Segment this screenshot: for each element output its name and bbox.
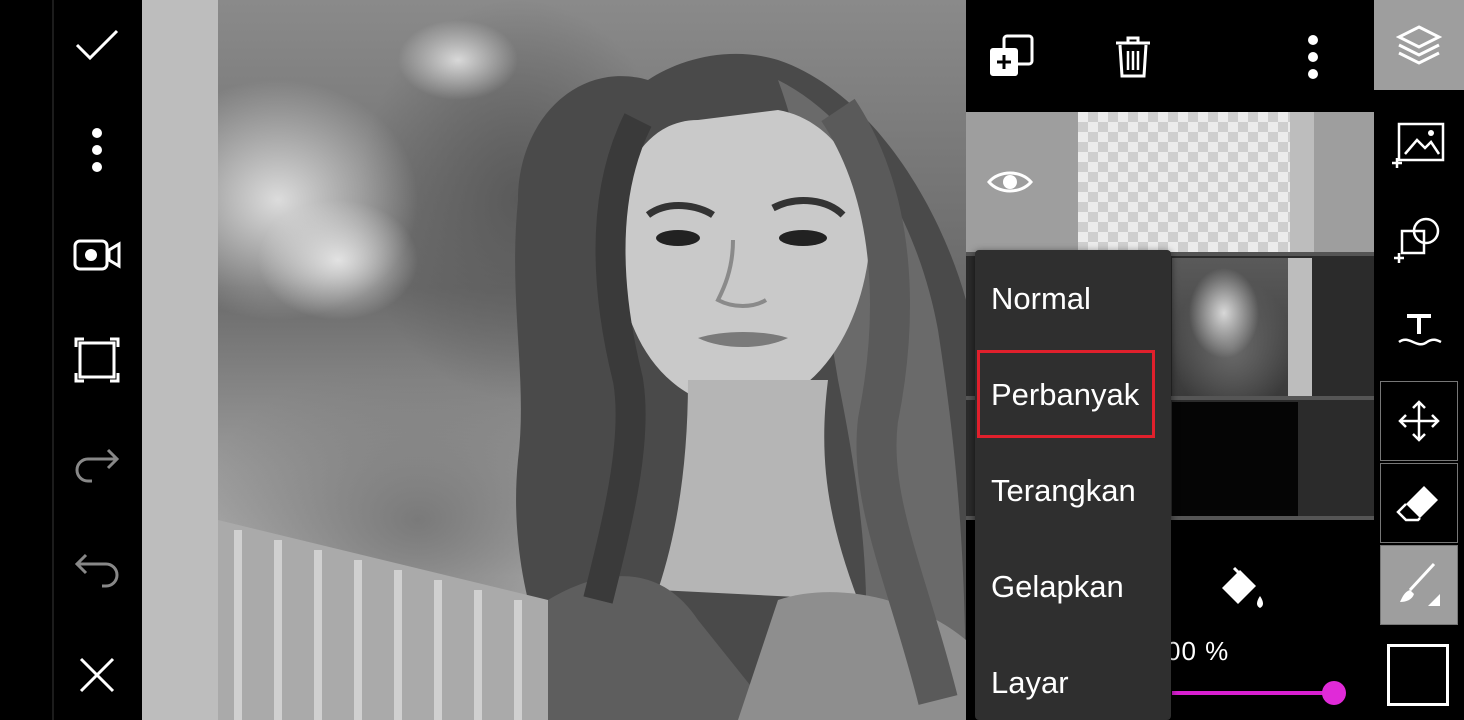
blend-mode-gelapkan[interactable]: Gelapkan xyxy=(975,539,1171,635)
layer-thumbnail-transparent xyxy=(1078,112,1290,252)
layer-row-filler xyxy=(1312,258,1374,396)
brush-tool-button[interactable] xyxy=(1380,545,1458,625)
crop-frame-icon xyxy=(74,337,120,383)
right-toolbar xyxy=(1374,0,1464,720)
blend-mode-menu: Normal Perbanyak Terangkan Gelapkan Laya… xyxy=(975,250,1171,720)
layer-side-strip xyxy=(1290,112,1314,252)
eraser-tool-button[interactable] xyxy=(1380,463,1458,543)
record-video-button[interactable] xyxy=(62,225,132,285)
crop-button[interactable] xyxy=(62,330,132,390)
layer-side-strip xyxy=(1288,258,1312,396)
delete-layer-button[interactable] xyxy=(1098,22,1168,92)
left-divider xyxy=(52,0,54,720)
paint-bucket-icon xyxy=(1222,566,1263,608)
layers-icon xyxy=(1396,25,1442,65)
redo-button[interactable] xyxy=(62,435,132,495)
layer-visibility-toggle[interactable] xyxy=(966,112,1054,252)
blend-mode-normal[interactable]: Normal xyxy=(975,251,1171,347)
add-image-icon xyxy=(1392,122,1445,168)
layer-more-button[interactable] xyxy=(1278,22,1348,92)
opacity-slider-track[interactable] xyxy=(1172,691,1334,695)
redo-icon xyxy=(75,448,120,483)
eye-icon xyxy=(987,171,1033,193)
brush-icon xyxy=(1400,562,1440,606)
add-shape-button[interactable] xyxy=(1374,195,1464,285)
apply-button[interactable] xyxy=(62,15,132,75)
move-tool-button[interactable] xyxy=(1380,381,1458,461)
add-image-button[interactable] xyxy=(1374,100,1464,190)
opacity-slider-thumb[interactable] xyxy=(1322,681,1346,705)
move-icon xyxy=(1398,400,1440,442)
more-options-button[interactable] xyxy=(62,120,132,180)
close-icon xyxy=(79,657,115,693)
check-icon xyxy=(75,29,119,61)
undo-icon xyxy=(74,553,119,588)
selected-item-highlight xyxy=(977,350,1155,438)
left-toolbar xyxy=(0,0,142,720)
undo-button[interactable] xyxy=(62,540,132,600)
add-shape-icon xyxy=(1394,217,1440,263)
color-swatch[interactable] xyxy=(1387,644,1449,706)
layer-thumbnail-background xyxy=(1172,402,1298,516)
canvas-area[interactable] xyxy=(142,0,966,720)
portrait-illustration xyxy=(218,53,966,720)
trash-icon xyxy=(1116,36,1150,78)
layers-button[interactable] xyxy=(1374,0,1464,90)
eraser-icon xyxy=(1396,486,1438,522)
blend-mode-terangkan[interactable]: Terangkan xyxy=(975,443,1171,539)
add-layer-icon xyxy=(990,34,1034,76)
add-text-button[interactable] xyxy=(1374,285,1464,375)
add-layer-button[interactable] xyxy=(976,22,1046,92)
layer-row-transparent[interactable] xyxy=(966,112,1374,252)
fill-button[interactable] xyxy=(1212,564,1268,612)
video-camera-icon xyxy=(73,239,121,271)
left-edge-strip xyxy=(0,0,52,720)
layer-thumbnail-photo xyxy=(1172,258,1288,396)
more-vertical-icon xyxy=(1308,35,1318,79)
portrait-photo xyxy=(218,0,966,720)
close-button[interactable] xyxy=(62,645,132,705)
more-vertical-icon xyxy=(92,128,102,172)
text-icon xyxy=(1398,314,1442,346)
blend-mode-layar[interactable]: Layar xyxy=(975,635,1171,720)
opacity-label: 00 % xyxy=(1166,636,1230,666)
